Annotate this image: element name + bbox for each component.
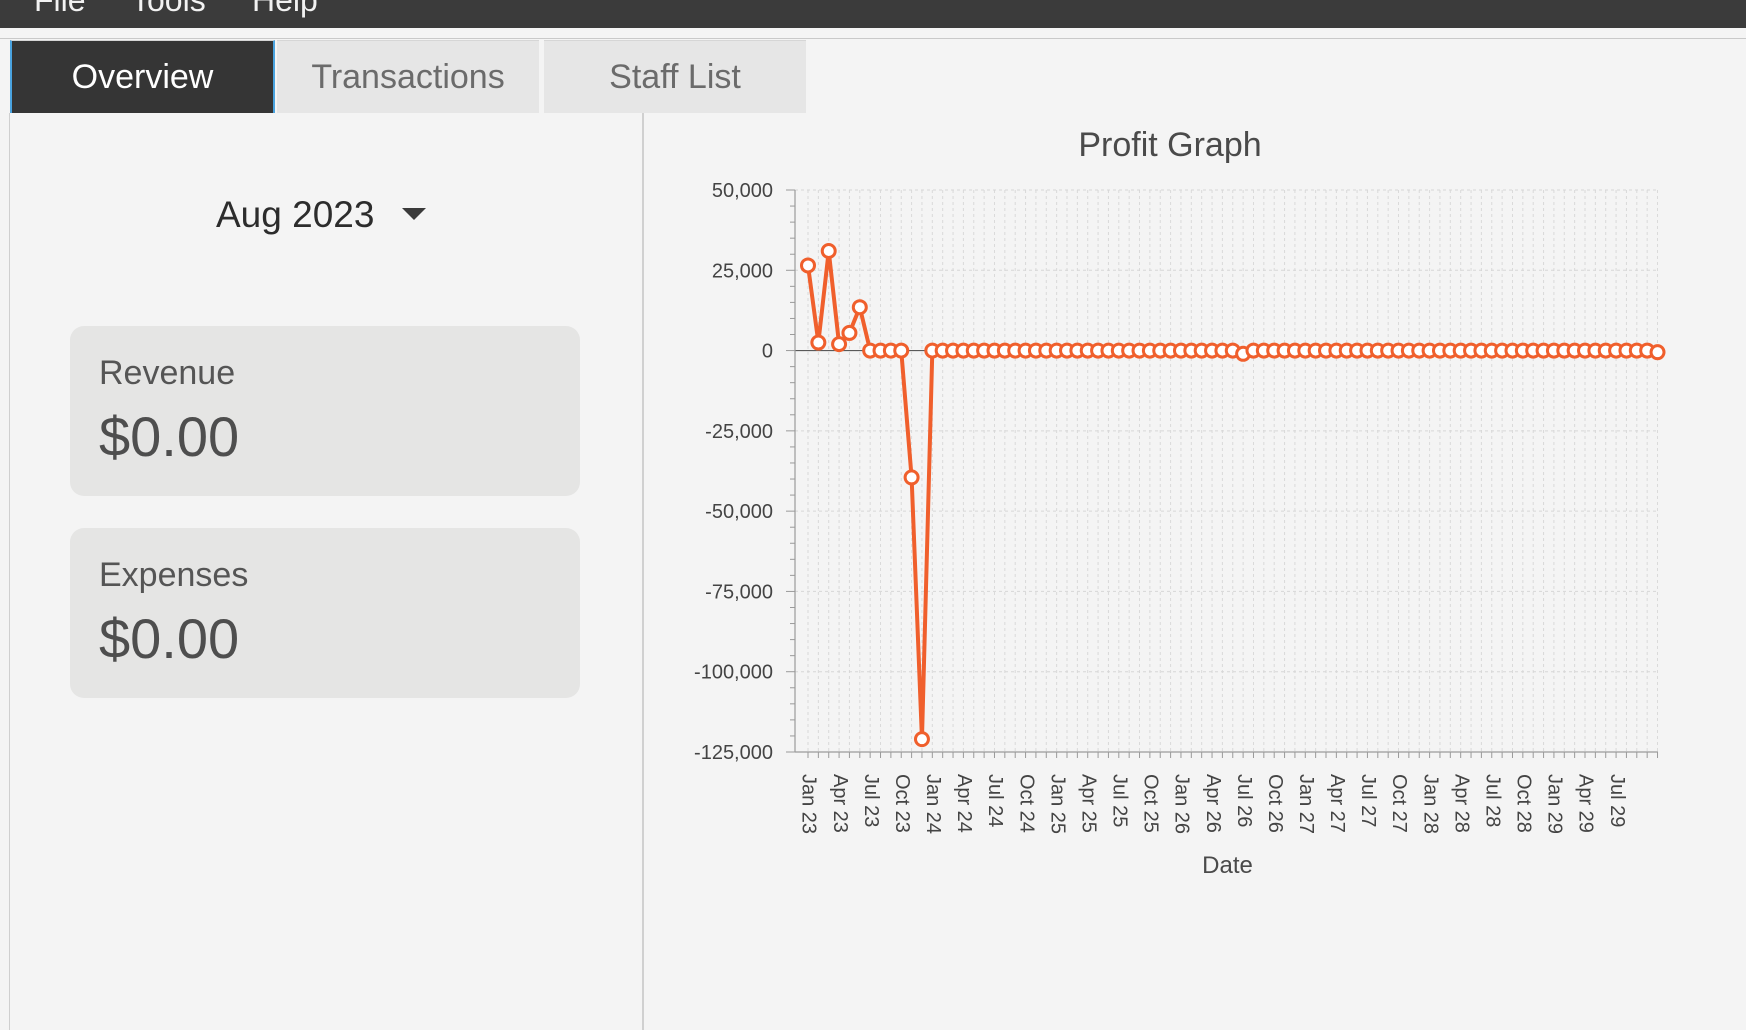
x-tick-label: Jul 28: [1481, 774, 1503, 827]
data-point: [800, 257, 816, 274]
x-tick-label: Apr 28: [1450, 774, 1472, 833]
x-axis-title: Date: [1202, 852, 1253, 879]
y-tick-label: 50,000: [712, 180, 773, 202]
x-tick-label: Apr 29: [1575, 774, 1597, 833]
y-tick-label: -125,000: [694, 742, 773, 764]
x-tick-label: Jul 23: [860, 774, 882, 827]
x-tick-label: Apr 25: [1077, 774, 1099, 833]
x-tick-label: Apr 27: [1326, 774, 1348, 833]
x-tick-label: Oct 28: [1513, 774, 1535, 833]
y-tick-label: -100,000: [694, 662, 773, 684]
data-point: [913, 731, 930, 748]
x-tick-label: Apr 23: [829, 774, 851, 833]
data-point: [820, 243, 837, 260]
profit-chart: 50,000 25,000 0 -25,000 -50,000 -75,000 -100,0…: [694, 180, 1666, 834]
x-tick-label: Apr 26: [1202, 774, 1224, 833]
y-tick-label: 25,000: [712, 260, 773, 282]
data-point: [810, 334, 827, 351]
data-point: [841, 324, 858, 341]
data-point: [1649, 344, 1666, 361]
x-tick-label: Jan 24: [922, 774, 944, 834]
y-tick-label: -50,000: [705, 501, 773, 523]
data-point: [851, 299, 868, 316]
data-point: [893, 342, 910, 359]
y-tick-label: -75,000: [705, 581, 773, 603]
x-tick-label: Jan 25: [1046, 774, 1068, 834]
x-tick-label: Oct 25: [1140, 774, 1162, 833]
x-tick-label: Jul 24: [984, 774, 1006, 827]
data-point: [831, 336, 848, 353]
x-tick-label: Jan 28: [1419, 774, 1441, 834]
x-tick-label: Jul 27: [1357, 774, 1379, 827]
x-tick-label: Jan 27: [1295, 774, 1317, 834]
y-tick-label: -25,000: [705, 421, 773, 443]
x-tick-label: Jan 26: [1171, 774, 1193, 834]
x-tick-label: Oct 24: [1015, 774, 1037, 833]
x-tick-label: Jul 25: [1109, 774, 1131, 827]
x-tick-label: Oct 27: [1388, 774, 1410, 833]
x-tick-label: Jul 26: [1233, 774, 1255, 827]
x-tick-label: Jan 23: [798, 774, 820, 834]
data-point: [903, 469, 920, 486]
x-tick-label: Jan 29: [1544, 774, 1566, 834]
y-tick-label: 0: [762, 341, 773, 363]
x-tick-label: Jul 29: [1606, 774, 1628, 827]
x-tick-label: Apr 24: [953, 774, 975, 833]
x-tick-label: Oct 23: [891, 774, 913, 833]
x-tick-label: Oct 26: [1264, 774, 1286, 833]
